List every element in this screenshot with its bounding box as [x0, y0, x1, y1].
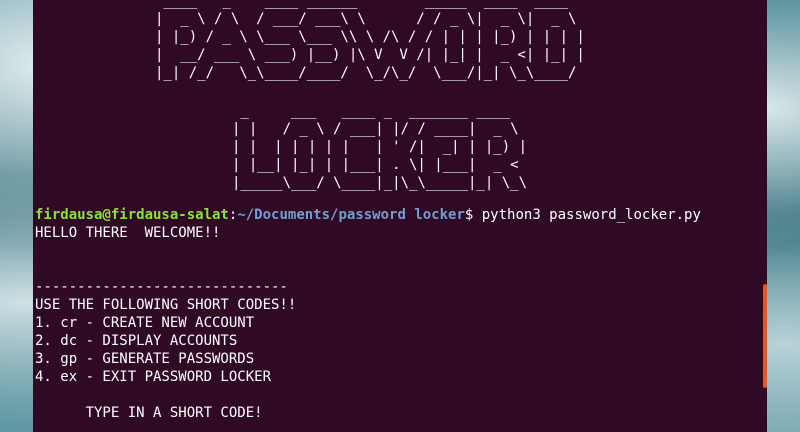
short-code-item: 3. gp - GENERATE PASSWORDS: [35, 351, 255, 367]
prompt-path: ~/Documents/password locker: [237, 207, 465, 223]
input-prompt-line: TYPE IN A SHORT CODE!: [35, 405, 263, 421]
password-ascii-banner: ____ _ ____ ______ _____ ____ ____ | _ \…: [155, 0, 585, 81]
instructions-line: USE THE FOLLOWING SHORT CODES!!: [35, 297, 297, 313]
short-code-item: 1. cr - CREATE NEW ACCOUNT: [35, 315, 255, 331]
greeting-line: HELLO THERE WELCOME!!: [35, 225, 221, 241]
divider-line: ------------------------------: [35, 279, 288, 295]
terminal-scrollbar[interactable]: [763, 284, 767, 388]
prompt-user-host: firdausa@firdausa-salat: [35, 207, 229, 223]
terminal-output: firdausa@firdausa-salat:~/Documents/pass…: [35, 206, 701, 422]
prompt-command: python3 password_locker.py: [473, 207, 701, 223]
short-code-item: 4. ex - EXIT PASSWORD LOCKER: [35, 369, 272, 385]
command-prompt-line: firdausa@firdausa-salat:~/Documents/pass…: [35, 206, 701, 224]
short-code-item: 2. dc - DISPLAY ACCOUNTS: [35, 333, 238, 349]
locker-ascii-banner: _ ___ ____ _ _______ ____ | | / _ \ / __…: [232, 103, 528, 191]
terminal-window[interactable]: ____ _ ____ ______ _____ ____ ____ | _ \…: [33, 0, 767, 432]
